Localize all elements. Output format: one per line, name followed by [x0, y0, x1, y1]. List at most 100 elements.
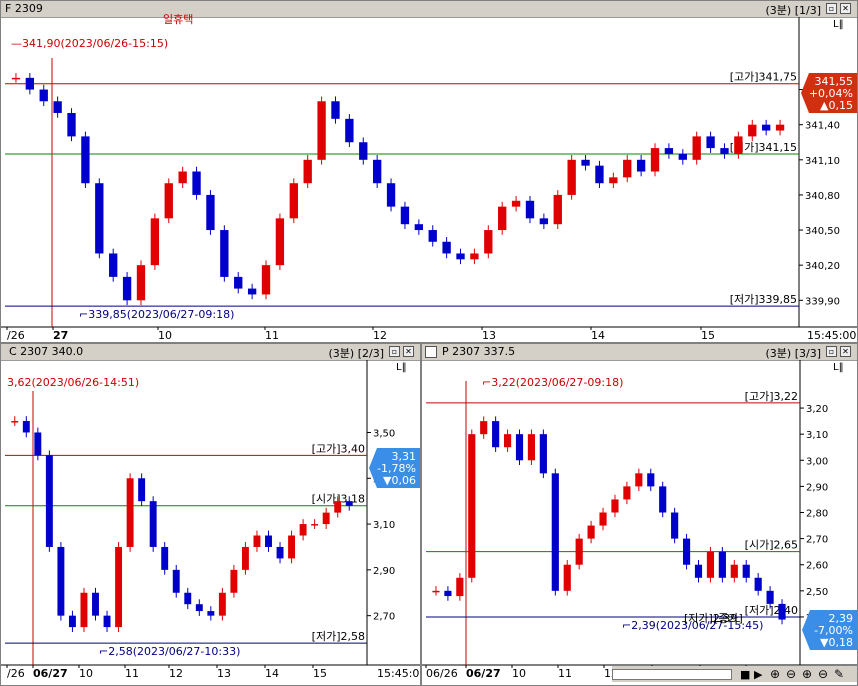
- candle-body: [265, 535, 272, 547]
- call-period[interactable]: (3분) [2/3]: [329, 345, 384, 361]
- candle-body: [345, 501, 353, 506]
- zoom-in-icon[interactable]: ⊕: [770, 667, 780, 681]
- restore-icon[interactable]: ▫: [389, 346, 400, 357]
- current-change: ▼0,18: [820, 636, 853, 649]
- candle-body: [11, 77, 21, 80]
- candle-body: [288, 535, 296, 559]
- candle-body: [92, 592, 99, 616]
- candle-body: [734, 136, 743, 154]
- candle-body: [414, 224, 424, 231]
- max-price-annotation: —341,90(2023/06/26-15:15): [11, 37, 168, 50]
- candle-body: [766, 590, 774, 604]
- y-tick-label: 340,20: [805, 261, 840, 272]
- candle-body: [34, 432, 42, 456]
- candle-body: [609, 177, 618, 184]
- y-tick-label: 3,20: [806, 404, 828, 415]
- candle-body: [359, 142, 368, 160]
- stop-icon[interactable]: ■: [740, 668, 750, 681]
- candle-body: [275, 218, 285, 266]
- candle-body: [515, 434, 524, 461]
- settings-icon[interactable]: ✎: [834, 667, 844, 681]
- candle-body: [647, 473, 655, 487]
- candle-body: [81, 136, 90, 184]
- candle-body: [492, 421, 500, 448]
- y-tick-label: 339,90: [805, 296, 840, 307]
- put-checkbox[interactable]: [425, 346, 437, 358]
- zoom-fit-icon[interactable]: ⊖: [818, 667, 828, 681]
- candle-body: [678, 153, 687, 160]
- put-title: P 2307 337.5: [442, 345, 516, 358]
- put-option-panel[interactable]: P 2307 337.5 (3분) [3/3] ▫ ✕ 3,20 3,10 3,00…: [421, 343, 858, 686]
- open-price-label: [시가]2,65: [745, 539, 798, 552]
- x-tick-label: /26: [7, 667, 25, 680]
- candle-body: [80, 592, 88, 628]
- x-tick-label: 10: [158, 329, 172, 342]
- put-candle-chart[interactable]: 3,203,103,002,902,802,702,602,502,4006/2…: [422, 360, 858, 686]
- play-icon[interactable]: ▶: [754, 668, 762, 681]
- y-tick-label: 3,00: [806, 456, 828, 467]
- current-change: ▼0,06: [383, 474, 416, 487]
- restore-icon[interactable]: ▫: [826, 3, 837, 14]
- candle-body: [748, 124, 757, 137]
- candle-body: [525, 200, 535, 219]
- close-icon[interactable]: ✕: [840, 346, 851, 357]
- candle-body: [230, 569, 238, 593]
- candle-body: [498, 206, 507, 231]
- futures-period[interactable]: (3분) [1/3]: [766, 2, 821, 18]
- x-tick-label: 10: [512, 667, 526, 680]
- scroll-slider[interactable]: [612, 669, 732, 680]
- high-price-label: [고가]3,22: [745, 390, 798, 403]
- candle-body: [527, 434, 536, 461]
- candle-body: [511, 200, 521, 207]
- zoom-out-icon[interactable]: ⊖: [786, 667, 796, 681]
- candle-body: [456, 577, 464, 597]
- call-candle-chart[interactable]: 3,503,303,102,902,70/2606/27101112131415…: [1, 360, 421, 686]
- candle-body: [95, 183, 104, 254]
- close-icon[interactable]: ✕: [403, 346, 414, 357]
- high-price-label: [고가]3,40: [312, 442, 365, 455]
- futures-candle-chart[interactable]: 341,70341,40341,10340,80340,50340,20339,…: [1, 17, 858, 343]
- candle-body: [192, 171, 201, 195]
- min-price-annotation: ⌐339,85(2023/06/27-09:18): [79, 308, 234, 321]
- candle-body: [334, 501, 342, 513]
- candle-body: [247, 288, 257, 295]
- y-tick-label: 2,80: [806, 509, 828, 520]
- y-tick-label: 340,80: [805, 191, 840, 202]
- x-tick-label: 11: [125, 667, 139, 680]
- y-tick-label: 340,50: [805, 226, 840, 237]
- x-tick-label: 27: [53, 329, 68, 342]
- candle-body: [311, 524, 319, 526]
- candle-body: [575, 538, 583, 565]
- low-price-label: [저가]2,58: [312, 630, 365, 643]
- scale-marker-icon: L‖: [833, 19, 844, 30]
- x-tick-label: 13: [482, 329, 496, 342]
- candle-body: [484, 230, 493, 254]
- candle-body: [149, 501, 157, 547]
- candle-body: [742, 564, 750, 578]
- futures-chart-panel[interactable]: F 2309 (3분) [1/3] ▫ ✕ 341,70341,40341,10…: [0, 0, 858, 343]
- call-title-bar: C 2307 340.0 (3분) [2/3] ▫ ✕: [1, 344, 420, 361]
- candle-body: [692, 136, 701, 160]
- candle-body: [386, 183, 396, 207]
- candle-body: [126, 478, 134, 547]
- candle-body: [303, 159, 312, 184]
- candle-body: [322, 512, 330, 525]
- call-option-panel[interactable]: C 2307 340.0 (3분) [2/3] ▫ ✕ 3,503,303,10…: [0, 343, 421, 686]
- y-tick-label: 3,10: [806, 430, 828, 441]
- x-tick-label: 15: [701, 329, 715, 342]
- restore-icon[interactable]: ▫: [826, 346, 837, 357]
- candle-body: [611, 499, 619, 513]
- y-tick-label: 3,10: [373, 520, 395, 531]
- close-price-label: [종가]: [714, 612, 743, 625]
- zoom-reset-icon[interactable]: ⊕: [802, 667, 812, 681]
- close-icon[interactable]: ✕: [840, 3, 851, 14]
- candle-body: [164, 183, 173, 219]
- min-price-annotation: ⌐2,58(2023/06/27-10:33): [99, 645, 240, 658]
- candle-body: [706, 551, 715, 578]
- put-period[interactable]: (3분) [3/3]: [766, 345, 821, 361]
- candle-body: [432, 590, 440, 593]
- candle-body: [67, 112, 76, 137]
- candle-body: [172, 569, 180, 593]
- put-title-bar: P 2307 337.5 (3분) [3/3] ▫ ✕: [422, 344, 857, 361]
- candle-body: [706, 136, 715, 149]
